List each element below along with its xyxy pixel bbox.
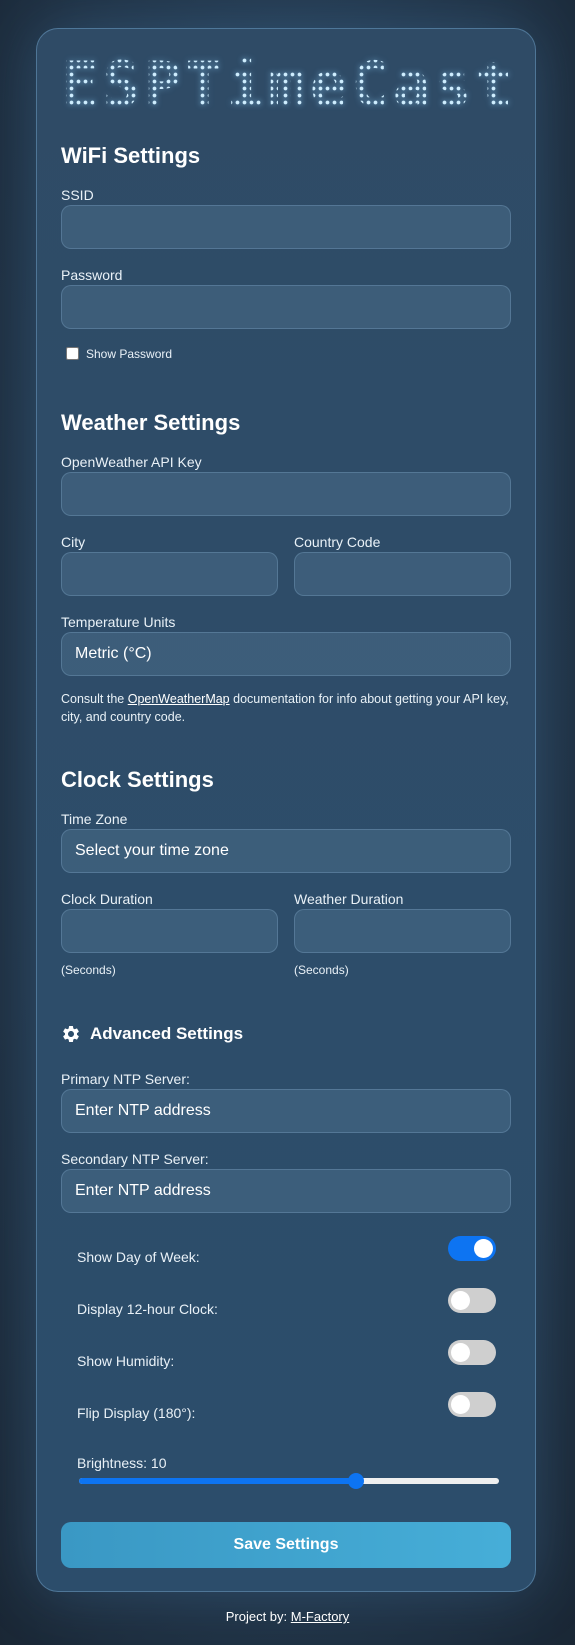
weather-duration-label: Weather Duration <box>294 891 404 907</box>
m-factory-link[interactable]: M-Factory <box>291 1609 350 1624</box>
logo-letter: P <box>143 48 182 121</box>
units-label: Temperature Units <box>61 614 176 630</box>
weather-help-note: Consult the OpenWeatherMap documentation… <box>61 692 509 724</box>
logo-letter: m <box>268 48 306 121</box>
advanced-heading: Advanced Settings <box>90 1024 244 1043</box>
weather-duration-input[interactable] <box>294 909 511 953</box>
logo-letter: E <box>61 48 99 121</box>
api-key-input[interactable] <box>61 472 511 516</box>
toggle-label-flip-display: Flip Display (180°): <box>77 1405 196 1421</box>
ssid-input[interactable] <box>61 205 511 249</box>
city-label: City <box>61 534 86 550</box>
logo-letter: t <box>475 48 513 121</box>
openweathermap-link[interactable]: OpenWeatherMap <box>128 692 230 706</box>
password-label: Password <box>61 267 123 283</box>
secondary-ntp-input[interactable]: Enter NTP address <box>61 1169 511 1213</box>
weather-duration-hint: (Seconds) <box>294 963 349 977</box>
advanced-settings-toggle[interactable]: Advanced Settings <box>61 1024 243 1044</box>
12-hour-clock-toggle[interactable] <box>448 1288 496 1313</box>
ssid-label: SSID <box>61 187 94 203</box>
logo-letter: S <box>102 48 140 121</box>
units-select[interactable]: Metric (°C) <box>61 632 511 676</box>
password-input[interactable] <box>61 285 511 329</box>
humidity-toggle[interactable] <box>448 1340 496 1365</box>
show-password-checkbox[interactable] <box>66 347 79 360</box>
logo-letter: e <box>309 48 348 121</box>
toggle-label-12-hour: Display 12-hour Clock: <box>77 1301 218 1317</box>
save-settings-button[interactable]: Save Settings <box>61 1522 511 1568</box>
settings-card: ESPTimeCast WiFi Settings SSID Password … <box>36 28 536 1592</box>
brightness-slider-thumb[interactable] <box>348 1473 365 1489</box>
secondary-ntp-label: Secondary NTP Server: <box>61 1151 209 1167</box>
brightness-slider[interactable] <box>79 1478 499 1484</box>
toggle-label-day-of-week: Show Day of Week: <box>77 1249 200 1265</box>
footer-text: Project by: <box>225 1609 291 1624</box>
logo-letter: s <box>434 48 472 121</box>
city-input[interactable] <box>61 552 278 596</box>
api-key-label: OpenWeather API Key <box>61 454 202 470</box>
logo-letter: a <box>392 48 430 121</box>
gear-icon <box>61 1024 81 1044</box>
toggle-label-humidity: Show Humidity: <box>77 1353 175 1369</box>
primary-ntp-label: Primary NTP Server: <box>61 1071 190 1087</box>
clock-duration-hint: (Seconds) <box>61 963 116 977</box>
primary-ntp-input[interactable]: Enter NTP address <box>61 1089 511 1133</box>
country-code-input[interactable] <box>294 552 511 596</box>
clock-duration-input[interactable] <box>61 909 278 953</box>
brightness-label: Brightness: 10 <box>77 1455 167 1471</box>
timezone-select[interactable]: Select your time zone <box>61 829 511 873</box>
logo-letter: T <box>185 48 223 121</box>
weather-heading: Weather Settings <box>61 410 241 435</box>
country-code-label: Country Code <box>294 534 381 550</box>
footer: Project by: M-Factory <box>0 1609 575 1624</box>
logo-letter: i <box>226 48 265 121</box>
clock-heading: Clock Settings <box>61 767 214 792</box>
logo: ESPTimeCast <box>61 48 513 121</box>
flip-display-toggle[interactable] <box>448 1392 496 1417</box>
timezone-label: Time Zone <box>61 811 128 827</box>
day-of-week-toggle[interactable] <box>448 1236 496 1261</box>
wifi-heading: WiFi Settings <box>61 143 201 168</box>
logo-letter: C <box>351 48 389 121</box>
show-password-label: Show Password <box>86 347 173 361</box>
clock-duration-label: Clock Duration <box>61 891 153 907</box>
